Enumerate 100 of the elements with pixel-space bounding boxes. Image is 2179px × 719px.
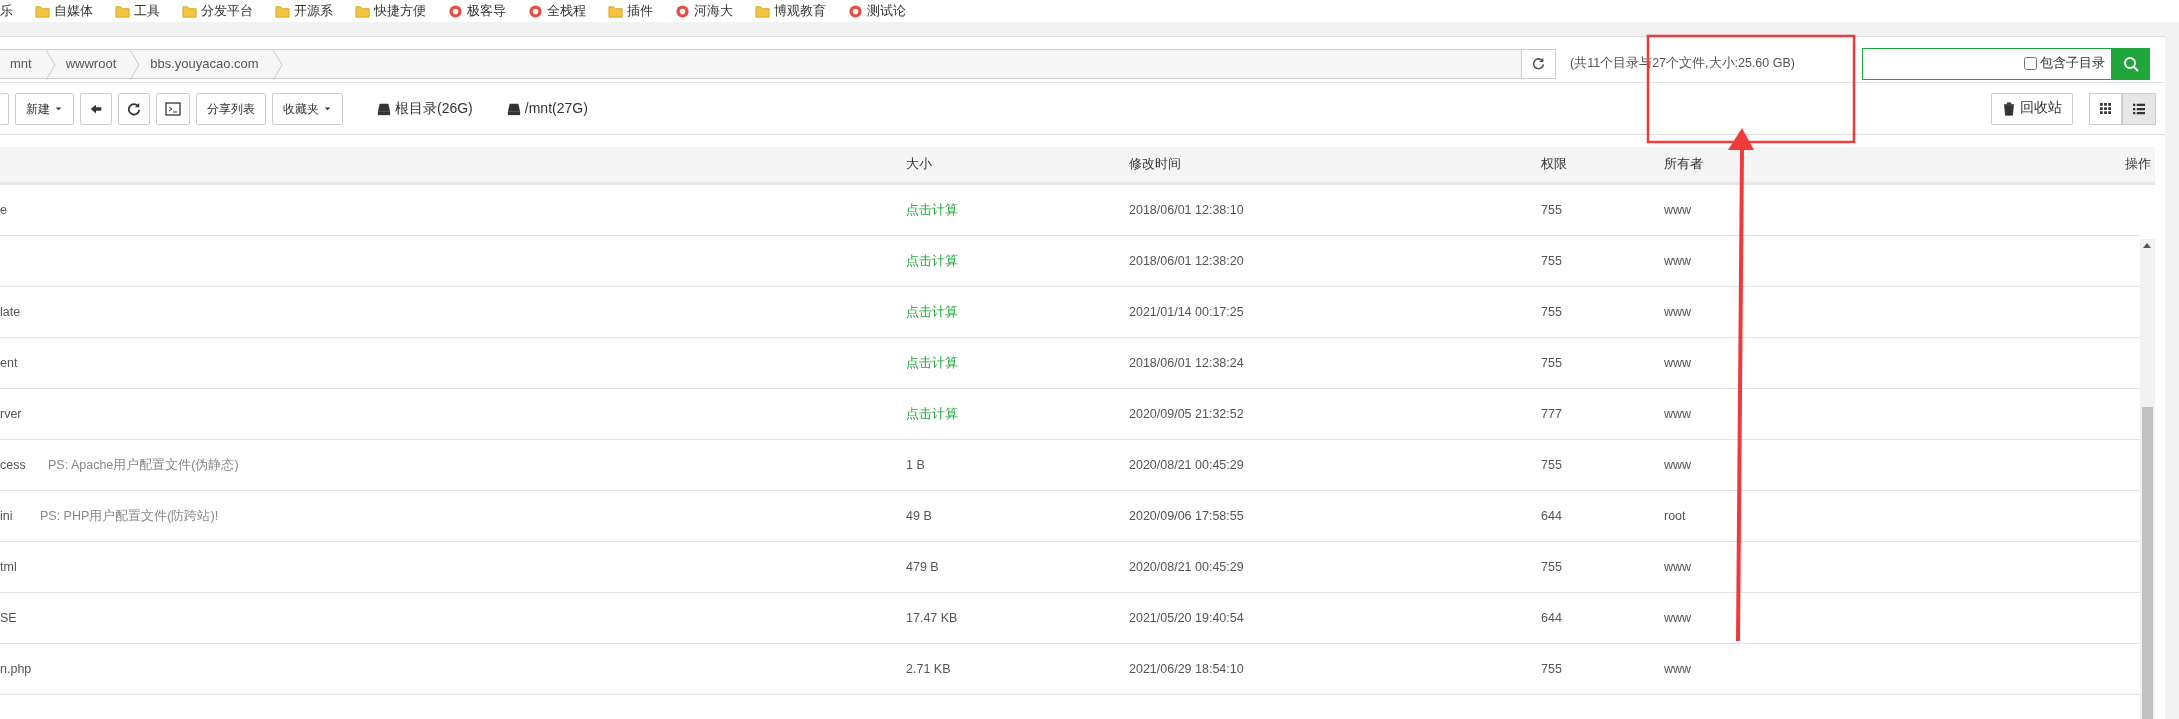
- owner: www: [1664, 609, 1692, 627]
- file-name[interactable]: cess: [0, 455, 26, 475]
- folder-icon: [608, 3, 623, 19]
- site-icon: [528, 3, 543, 19]
- disk-link[interactable]: /mnt(27G): [524, 98, 588, 119]
- permission: 755: [1541, 660, 1562, 678]
- terminal-icon: [165, 100, 181, 117]
- refresh-button[interactable]: [118, 92, 150, 125]
- file-note: PS: Apache用户配置文件(伪静态): [48, 456, 239, 474]
- owner: www: [1664, 405, 1692, 423]
- bookmark-link[interactable]: 极客导: [467, 1, 506, 21]
- dropdown-button[interactable]: 收藏夹: [272, 92, 343, 125]
- search-button[interactable]: [2112, 47, 2150, 80]
- bookmark-link[interactable]: 快捷方便: [374, 1, 426, 21]
- permission: 755: [1541, 201, 1562, 219]
- site-icon: [848, 3, 863, 19]
- permission: 755: [1541, 558, 1562, 576]
- permission: 755: [1541, 354, 1562, 372]
- refresh-button[interactable]: [1522, 48, 1556, 79]
- modified-time: 2018/06/01 12:38:24: [1129, 354, 1244, 372]
- modified-time: 2018/06/01 12:38:20: [1129, 252, 1244, 270]
- breadcrumb-item[interactable]: wwwroot: [55, 49, 131, 78]
- subdirectory-checkbox[interactable]: [2023, 57, 2037, 70]
- modified-time: 2021/05/20 19:40:54: [1129, 609, 1244, 627]
- modified-time: 2020/08/21 00:45:29: [1129, 456, 1244, 474]
- file-size: 17.47 KB: [906, 609, 958, 627]
- owner: root: [1664, 507, 1686, 525]
- site-icon: [675, 3, 690, 19]
- folder-icon: [755, 3, 770, 19]
- scroll-up-icon: [2143, 242, 2151, 248]
- list-view-button[interactable]: [2122, 92, 2156, 125]
- owner: www: [1664, 660, 1692, 678]
- folder-icon: [115, 3, 130, 19]
- back-button[interactable]: [80, 92, 112, 125]
- file-name[interactable]: SE: [0, 608, 17, 628]
- file-name[interactable]: ent: [0, 353, 18, 373]
- file-name[interactable]: rver: [0, 404, 22, 424]
- breadcrumb-item[interactable]: bbs.youyacao.com: [140, 49, 273, 78]
- modified-time: 2021/01/14 00:17:25: [1129, 303, 1244, 321]
- owner: www: [1664, 303, 1692, 321]
- permission: 644: [1541, 609, 1562, 627]
- file-size: 49 B: [906, 507, 932, 525]
- permission: 755: [1541, 456, 1562, 474]
- grid-view-button[interactable]: [2089, 92, 2122, 125]
- disk-link[interactable]: 根目录(26G): [395, 98, 473, 119]
- file-name[interactable]: n.php: [0, 659, 32, 679]
- column-header: 操作: [2125, 156, 2151, 174]
- folder-icon: [35, 3, 50, 19]
- bookmark-link[interactable]: 测试论: [867, 1, 906, 21]
- modified-time: 2018/06/01 12:38:10: [1129, 201, 1244, 219]
- owner: www: [1664, 201, 1692, 219]
- modified-time: 2021/06/29 18:54:10: [1129, 660, 1244, 678]
- terminal-button[interactable]: [156, 92, 190, 125]
- refresh-icon: [127, 101, 141, 116]
- bookmark-link[interactable]: 自媒体: [54, 1, 93, 21]
- bookmark-link[interactable]: 河海大: [694, 1, 733, 21]
- column-header: 大小: [906, 156, 932, 174]
- column-header: 所有者: [1664, 156, 1703, 174]
- bookmark-link[interactable]: 全栈程: [547, 1, 586, 21]
- file-note: PS: PHP用户配置文件(防跨站)!: [40, 507, 219, 525]
- bookmark-link[interactable]: 博观教育: [774, 1, 826, 21]
- list-icon: [2133, 102, 2145, 115]
- recycle-bin-button[interactable]: 回收站: [1991, 92, 2073, 125]
- caret-icon: [54, 104, 63, 113]
- file-name[interactable]: e: [0, 200, 7, 220]
- file-name[interactable]: tml: [0, 557, 17, 577]
- modified-time: 2020/09/06 17:58:55: [1129, 507, 1244, 525]
- dropdown-button[interactable]: 新建: [15, 92, 74, 125]
- file-size: 2.71 KB: [906, 660, 951, 678]
- column-header: 权限: [1541, 156, 1567, 174]
- trash-icon: [2002, 101, 2016, 116]
- owner: www: [1664, 252, 1692, 270]
- owner: www: [1664, 558, 1692, 576]
- permission: 777: [1541, 405, 1562, 423]
- bookmark-link[interactable]: 插件: [627, 1, 653, 21]
- file-name[interactable]: ini: [0, 506, 13, 526]
- modified-time: 2020/08/21 00:45:29: [1129, 558, 1244, 576]
- site-icon: [448, 3, 463, 19]
- share-list-button[interactable]: 分享列表: [196, 92, 266, 125]
- search-field[interactable]: 包含子目录: [1862, 47, 2112, 80]
- disk-icon: [506, 101, 521, 116]
- bookmark-link[interactable]: 分发平台: [201, 1, 253, 21]
- file-size: 1 B: [906, 456, 925, 474]
- checkbox-label: 包含子目录: [2040, 55, 2105, 73]
- permission: 644: [1541, 507, 1562, 525]
- bookmark-link[interactable]: 乐: [0, 1, 13, 21]
- scrollbar[interactable]: [2140, 239, 2155, 719]
- owner: www: [1664, 354, 1692, 372]
- caret-icon: [323, 104, 332, 113]
- refresh-icon: [1532, 57, 1545, 70]
- folder-icon: [182, 3, 197, 19]
- bookmark-link[interactable]: 工具: [134, 1, 160, 21]
- breadcrumb-item[interactable]: mnt: [0, 49, 46, 78]
- column-header: 修改时间: [1129, 156, 1181, 174]
- permission: 755: [1541, 303, 1562, 321]
- permission: 755: [1541, 252, 1562, 270]
- bookmark-link[interactable]: 开源系: [294, 1, 333, 21]
- file-name[interactable]: late: [0, 302, 21, 322]
- file-size: 479 B: [906, 558, 939, 576]
- modified-time: 2020/09/05 21:32:52: [1129, 405, 1244, 423]
